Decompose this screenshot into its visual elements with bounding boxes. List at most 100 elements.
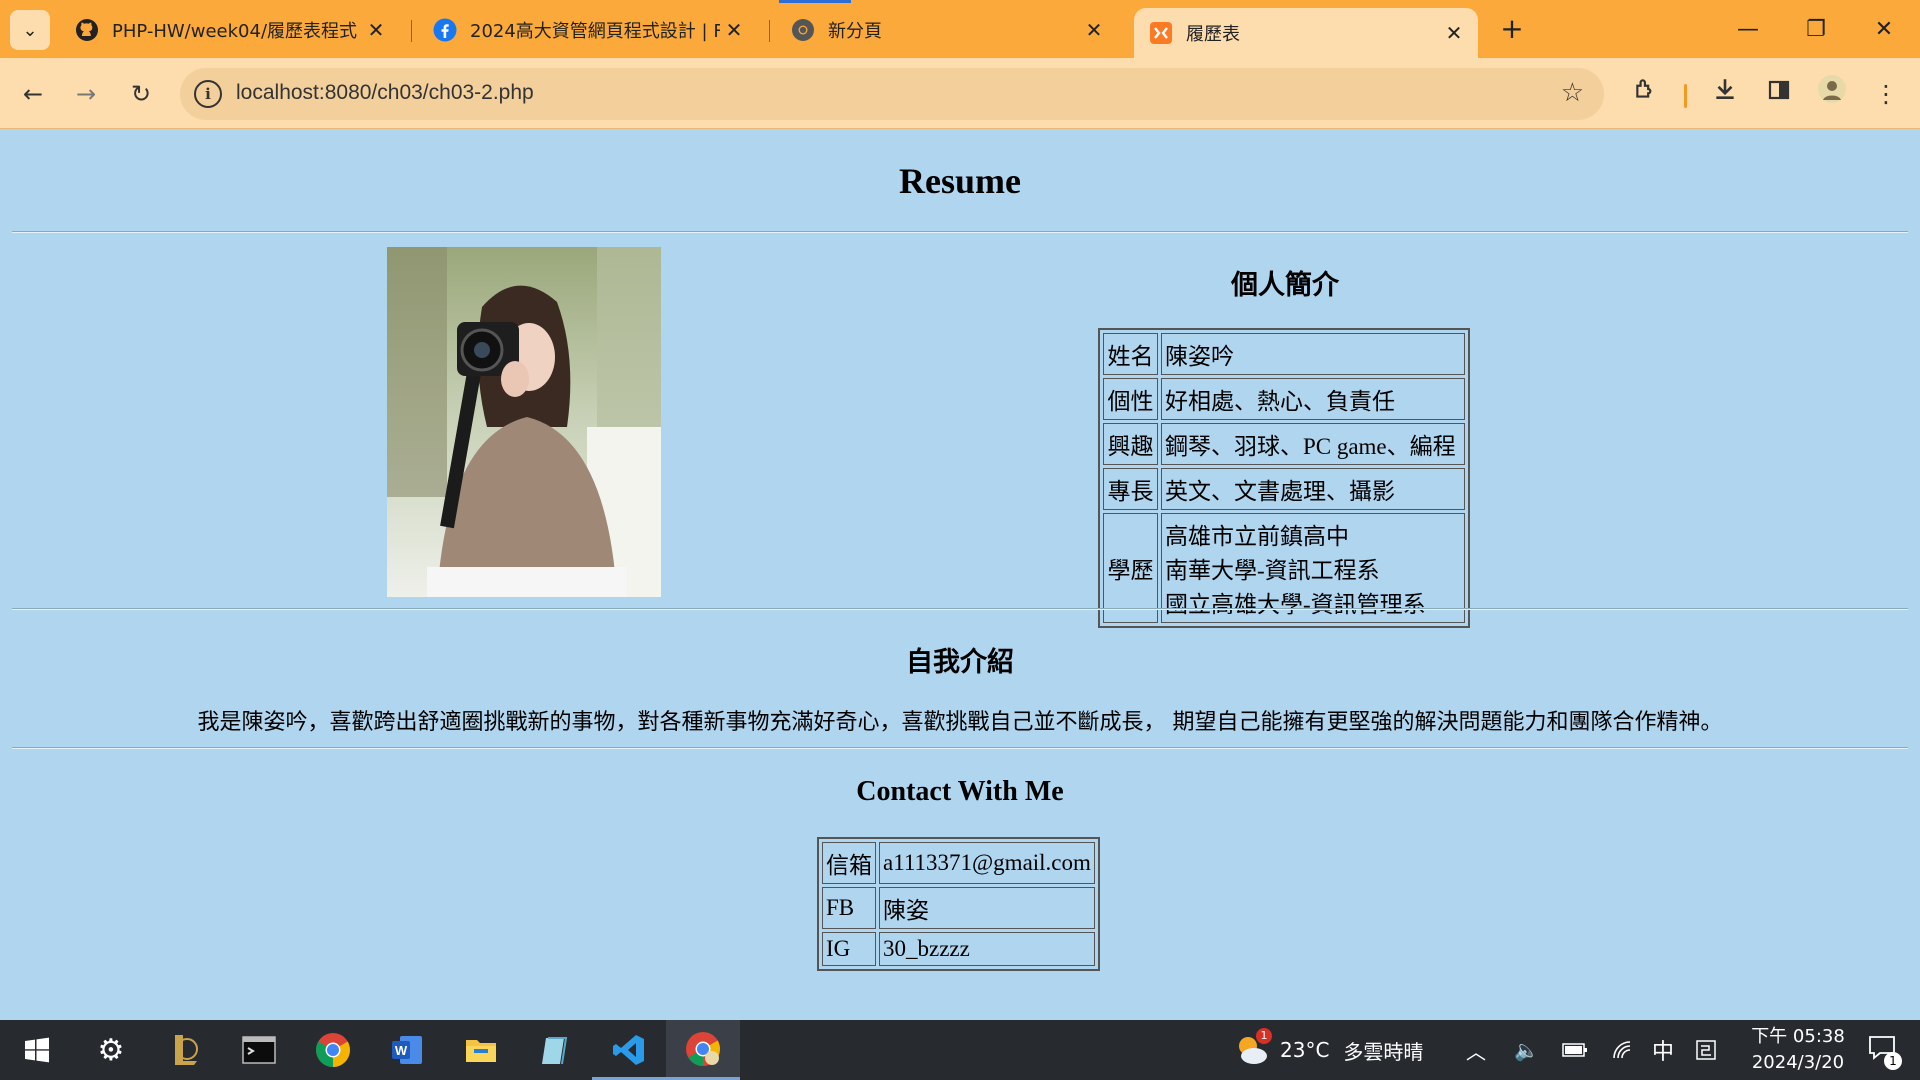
row-value: 鋼琴、羽球、PC game、編程 (1160, 423, 1465, 465)
svg-text:W: W (395, 1043, 408, 1058)
notification-icon: 1 (1868, 1035, 1902, 1070)
reload-button[interactable]: ↻ (121, 74, 161, 114)
address-bar[interactable]: i localhost:8080/ch03/ch03-2.php ☆ (180, 68, 1604, 120)
volume-icon[interactable]: 🔈 (1514, 1020, 1539, 1080)
ime-mode-icon[interactable] (1696, 1020, 1716, 1080)
tab-title: 新分頁 (828, 21, 882, 42)
weather-description: 多雲時晴 (1343, 1039, 1424, 1064)
row-value: 好相處、熱心、負責任 (1160, 378, 1465, 420)
tab-resume[interactable]: 履歷表 ✕ (1134, 8, 1478, 58)
tab-loading-indicator (779, 0, 851, 3)
row-label: 學歷 (1103, 513, 1158, 623)
row-label: 專長 (1103, 468, 1158, 510)
table-row: IG 30_bzzzz (822, 932, 1095, 966)
start-button[interactable] (0, 1020, 74, 1080)
tab-title: 履歷表 (1186, 24, 1240, 45)
github-icon (74, 17, 100, 43)
tab-separator (769, 20, 770, 42)
gear-icon: ⚙ (97, 1032, 125, 1068)
notepad-app[interactable] (518, 1020, 592, 1080)
divider (12, 608, 1908, 610)
league-of-legends-app[interactable] (148, 1020, 222, 1080)
row-label: 個性 (1103, 378, 1158, 420)
profile-avatar[interactable] (1812, 74, 1852, 114)
wifi-icon[interactable] (1612, 1020, 1634, 1080)
settings-app[interactable]: ⚙ (74, 1020, 148, 1080)
terminal-app[interactable] (222, 1020, 296, 1080)
chevron-down-icon: ⌄ (22, 19, 38, 41)
browser-toolbar: ← → ↻ i localhost:8080/ch03/ch03-2.php ☆… (0, 58, 1920, 129)
chevron-up-icon: ︿ (1466, 1039, 1486, 1064)
chrome-app[interactable] (296, 1020, 370, 1080)
clock[interactable]: 下午 05:38 2024/3/20 (1740, 1020, 1856, 1080)
facebook-icon (432, 17, 458, 43)
tab-new-tab[interactable]: 新分頁 ✕ (776, 8, 1118, 52)
close-window-button[interactable]: ✕ (1864, 10, 1904, 50)
side-panel-icon[interactable] (1759, 74, 1799, 114)
chrome-icon (316, 1033, 350, 1067)
windows-icon (25, 1037, 49, 1063)
new-tab-button[interactable]: + (1494, 12, 1530, 48)
bookmark-star-icon[interactable]: ☆ (1561, 78, 1584, 108)
close-icon[interactable]: ✕ (720, 18, 748, 42)
row-value: a1113371@gmail.com (879, 842, 1095, 884)
back-button[interactable]: ← (13, 74, 53, 114)
restore-button[interactable]: ❐ (1796, 10, 1836, 50)
chrome-app-active[interactable] (666, 1020, 740, 1080)
weather-badge: 1 (1256, 1028, 1272, 1044)
tab-separator (411, 20, 412, 42)
row-value: 30_bzzzz (879, 932, 1095, 966)
tab-facebook[interactable]: 2024高大資管網頁程式設計 | Fa ✕ (418, 8, 758, 52)
extensions-icon[interactable] (1626, 74, 1666, 114)
clock-time: 下午 05:38 (1751, 1026, 1845, 1047)
notification-count: 1 (1884, 1051, 1902, 1070)
word-app[interactable]: W (370, 1020, 444, 1080)
education-line: 南華大學-資訊工程系 (1164, 558, 1380, 583)
weather-icon: 1 (1234, 1028, 1272, 1068)
row-label: 姓名 (1103, 333, 1158, 375)
tab-github[interactable]: PHP-HW/week04/履歷表程式 ✕ (60, 8, 400, 52)
info-icon[interactable]: i (194, 80, 222, 108)
table-row: 信箱 a1113371@gmail.com (822, 842, 1095, 884)
url-text[interactable]: localhost:8080/ch03/ch03-2.php (236, 81, 534, 105)
forward-button[interactable]: → (66, 74, 106, 114)
profile-table: 姓名 陳姿吟 個性 好相處、熱心、負責任 興趣 鋼琴、羽球、PC game、編程… (1098, 328, 1470, 628)
notification-center-button[interactable]: 1 (1868, 1020, 1902, 1080)
word-icon: W (392, 1036, 422, 1064)
tab-title: 2024高大資管網頁程式設計 | Fa (470, 21, 720, 42)
row-label: FB (822, 887, 876, 929)
education-line: 高雄市立前鎮高中 (1164, 524, 1349, 549)
close-icon[interactable]: ✕ (1080, 18, 1108, 42)
vscode-icon (613, 1035, 644, 1065)
ime-indicator[interactable]: 中 (1652, 1020, 1674, 1080)
table-row: 學歷 高雄市立前鎮高中 南華大學-資訊工程系 國立高雄大學-資訊管理系 (1103, 513, 1465, 623)
minimize-button[interactable]: — (1728, 10, 1768, 50)
tab-title: PHP-HW/week04/履歷表程式 (112, 21, 358, 42)
close-icon[interactable]: ✕ (362, 18, 390, 42)
close-icon[interactable]: ✕ (1440, 21, 1468, 45)
tab-search-button[interactable]: ⌄ (10, 10, 50, 50)
row-value: 英文、文書處理、攝影 (1160, 468, 1465, 510)
chrome-profile-icon (686, 1031, 720, 1066)
file-explorer-app[interactable] (444, 1020, 518, 1080)
row-label: 信箱 (822, 842, 876, 884)
weather-temperature: 23°C (1280, 1038, 1330, 1062)
toolbar-divider (1684, 84, 1687, 108)
intro-paragraph: 我是陳姿吟，喜歡跨出舒適圈挑戰新的事物，對各種新事物充滿好奇心，喜歡挑戰自己並不… (197, 710, 1723, 735)
clock-date: 2024/3/20 (1751, 1052, 1845, 1073)
league-icon (175, 1035, 198, 1065)
show-hidden-icons-button[interactable]: ︿ (1466, 1020, 1486, 1080)
vscode-app[interactable] (592, 1020, 666, 1080)
row-value: 陳姿 (879, 887, 1095, 929)
tab-strip: ⌄ PHP-HW/week04/履歷表程式 ✕ 2024高大資管網頁程式設計 |… (0, 0, 1920, 58)
notepad-icon (542, 1037, 568, 1065)
chrome-icon (790, 17, 816, 43)
battery-icon[interactable] (1562, 1020, 1588, 1080)
education-line: 國立高雄大學-資訊管理系 (1164, 592, 1426, 617)
profile-heading: 個人簡介 (1231, 270, 1339, 301)
download-icon[interactable] (1705, 74, 1745, 114)
weather-widget[interactable]: 1 23°C 多雲時晴 (1234, 1020, 1423, 1080)
table-row: 姓名 陳姿吟 (1103, 333, 1465, 375)
menu-icon[interactable]: ⋮ (1866, 74, 1906, 114)
table-row: 個性 好相處、熱心、負責任 (1103, 378, 1465, 420)
